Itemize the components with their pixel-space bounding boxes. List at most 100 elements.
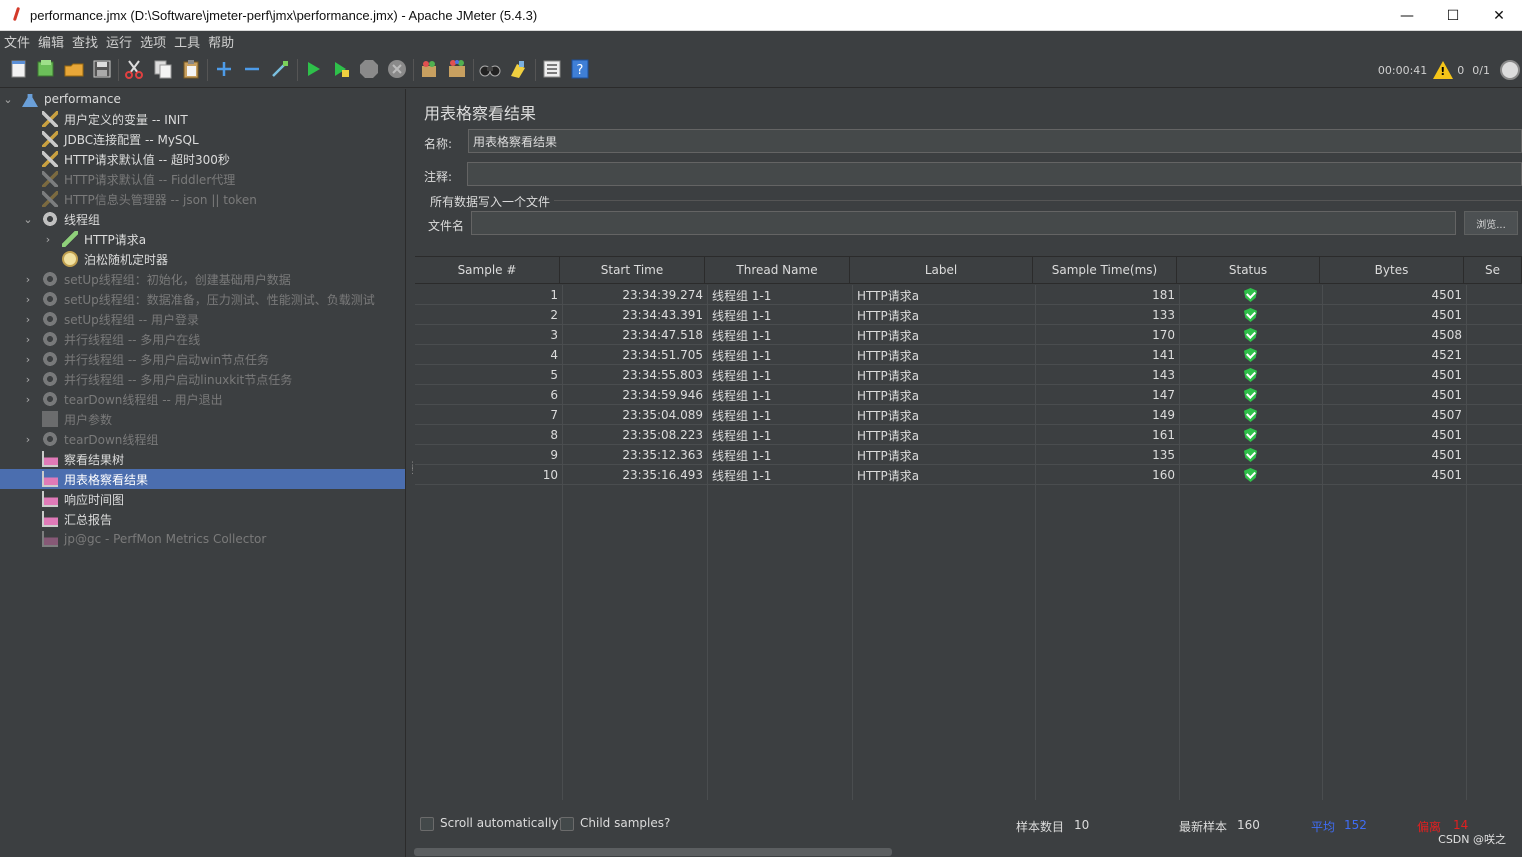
minimize-button[interactable]: — — [1384, 0, 1430, 31]
view-results-table-panel: 用表格察看结果 名称: 用表格察看结果 注释: 所有数据写入一个文件 文件名 浏… — [414, 89, 1522, 857]
tree-item[interactable]: 响应时间图 — [0, 489, 405, 509]
paste-icon[interactable] — [180, 58, 202, 80]
filename-field[interactable] — [471, 211, 1456, 235]
toggle-icon[interactable] — [269, 58, 291, 80]
new-file-icon[interactable] — [8, 58, 30, 80]
search-binoculars-icon[interactable] — [479, 58, 501, 80]
name-field[interactable]: 用表格察看结果 — [468, 129, 1522, 153]
collapsed-chevron-icon[interactable]: › — [22, 293, 34, 306]
scroll-automatically-checkbox[interactable] — [420, 817, 434, 831]
bytes-cell: 4501 — [1431, 308, 1462, 322]
collapsed-chevron-icon[interactable]: › — [42, 233, 54, 246]
tree-item[interactable]: jp@gc - PerfMon Metrics Collector — [0, 529, 405, 549]
table-row[interactable]: 1 23:34:39.274 线程组 1-1 HTTP请求a 181 4501 — [415, 285, 1522, 305]
comment-field[interactable] — [467, 162, 1522, 186]
start-no-pause-icon[interactable] — [330, 58, 352, 80]
tree-item[interactable]: › 并行线程组 -- 多用户启动linuxkit节点任务 — [0, 369, 405, 389]
tree-item[interactable]: 泊松随机定时器 — [0, 249, 405, 269]
test-plan-tree[interactable]: ⌄ performance 用户定义的变量 -- INIT JDBC连接配置 -- M… — [0, 89, 405, 857]
tree-item[interactable]: HTTP请求默认值 -- Fiddler代理 — [0, 169, 405, 189]
column-header[interactable]: Status — [1177, 257, 1320, 284]
maximize-button[interactable]: ☐ — [1430, 0, 1476, 31]
tree-item[interactable]: › HTTP请求a — [0, 229, 405, 249]
start-icon[interactable] — [302, 58, 324, 80]
column-header[interactable]: Sample # — [415, 257, 560, 284]
copy-icon[interactable] — [152, 58, 174, 80]
column-header[interactable]: Bytes — [1320, 257, 1464, 284]
expanded-chevron-icon[interactable]: ⌄ — [22, 213, 34, 226]
scrollbar-thumb[interactable] — [414, 848, 892, 856]
warning-icon[interactable] — [1433, 61, 1454, 79]
table-row[interactable]: 4 23:34:51.705 线程组 1-1 HTTP请求a 141 4521 — [415, 345, 1522, 365]
tree-item[interactable]: ⌄ performance — [0, 89, 405, 109]
tree-item[interactable]: › setUp线程组 -- 用户登录 — [0, 309, 405, 329]
tree-item[interactable]: HTTP请求默认值 -- 超时300秒 — [0, 149, 405, 169]
stop-icon[interactable] — [358, 58, 380, 80]
table-row[interactable]: 6 23:34:59.946 线程组 1-1 HTTP请求a 147 4501 — [415, 385, 1522, 405]
column-header[interactable]: Se — [1464, 257, 1522, 284]
column-header[interactable]: Thread Name — [705, 257, 850, 284]
collapsed-chevron-icon[interactable]: › — [22, 313, 34, 326]
tree-item[interactable]: › tearDown线程组 -- 用户退出 — [0, 389, 405, 409]
collapsed-chevron-icon[interactable]: › — [22, 333, 34, 346]
help-icon[interactable]: ? — [569, 58, 591, 80]
tree-item[interactable]: 用表格察看结果 — [0, 469, 405, 489]
table-row[interactable]: 3 23:34:47.518 线程组 1-1 HTTP请求a 170 4508 — [415, 325, 1522, 345]
close-button[interactable]: ✕ — [1476, 0, 1522, 31]
tree-item[interactable]: › setUp线程组：数据准备，压力测试、性能测试、负载测试 — [0, 289, 405, 309]
reset-search-icon[interactable] — [507, 58, 529, 80]
table-row[interactable]: 2 23:34:43.391 线程组 1-1 HTTP请求a 133 4501 — [415, 305, 1522, 325]
tree-item[interactable]: › 并行线程组 -- 多用户在线 — [0, 329, 405, 349]
column-header[interactable]: Sample Time(ms) — [1033, 257, 1177, 284]
tree-item[interactable]: › 并行线程组 -- 多用户启动win节点任务 — [0, 349, 405, 369]
tree-item[interactable]: 用户参数 — [0, 409, 405, 429]
pane-splitter[interactable]: ⋮ ⋮ — [405, 89, 417, 857]
menu-tools[interactable]: 工具 — [174, 32, 200, 51]
tree-item[interactable]: › tearDown线程组 — [0, 429, 405, 449]
browse-button[interactable]: 浏览... — [1464, 211, 1518, 235]
doc-icon — [42, 411, 58, 427]
menu-help[interactable]: 帮助 — [208, 32, 234, 51]
tree-item-label: 并行线程组 -- 多用户启动win节点任务 — [64, 352, 270, 367]
menu-file[interactable]: 文件 — [4, 32, 30, 51]
column-header[interactable]: Start Time — [560, 257, 705, 284]
gear-icon — [42, 391, 58, 407]
clear-all-icon[interactable] — [446, 58, 468, 80]
clear-icon[interactable] — [418, 58, 440, 80]
menu-options[interactable]: 选项 — [140, 32, 166, 51]
collapsed-chevron-icon[interactable]: › — [22, 373, 34, 386]
menu-run[interactable]: 运行 — [106, 32, 132, 51]
menu-search[interactable]: 查找 — [72, 32, 98, 51]
table-row[interactable]: 7 23:35:04.089 线程组 1-1 HTTP请求a 149 4507 — [415, 405, 1522, 425]
save-icon[interactable] — [91, 58, 113, 80]
collapse-icon[interactable] — [241, 58, 263, 80]
tree-item[interactable]: 汇总报告 — [0, 509, 405, 529]
table-row[interactable]: 9 23:35:12.363 线程组 1-1 HTTP请求a 135 4501 — [415, 445, 1522, 465]
tree-item[interactable]: 察看结果树 — [0, 449, 405, 469]
cut-icon[interactable] — [123, 58, 145, 80]
collapsed-chevron-icon[interactable]: › — [22, 273, 34, 286]
open-folder-icon[interactable] — [63, 58, 85, 80]
expanded-chevron-icon[interactable]: ⌄ — [2, 93, 14, 106]
collapsed-chevron-icon[interactable]: › — [22, 433, 34, 446]
child-samples-checkbox[interactable] — [560, 817, 574, 831]
sample-number-cell: 4 — [550, 348, 558, 362]
tree-item[interactable]: ⌄ 线程组 — [0, 209, 405, 229]
templates-icon[interactable] — [35, 58, 57, 80]
horizontal-scrollbar[interactable] — [414, 847, 1522, 857]
collapsed-chevron-icon[interactable]: › — [22, 353, 34, 366]
function-helper-icon[interactable] — [541, 58, 563, 80]
tree-item[interactable]: 用户定义的变量 -- INIT — [0, 109, 405, 129]
collapsed-chevron-icon[interactable]: › — [22, 393, 34, 406]
tree-item[interactable]: › setUp线程组：初始化，创建基础用户数据 — [0, 269, 405, 289]
menu-edit[interactable]: 编辑 — [38, 32, 64, 51]
shutdown-icon[interactable] — [386, 58, 408, 80]
column-header[interactable]: Label — [850, 257, 1033, 284]
table-row[interactable]: 8 23:35:08.223 线程组 1-1 HTTP请求a 161 4501 — [415, 425, 1522, 445]
tree-item[interactable]: HTTP信息头管理器 -- json || token — [0, 189, 405, 209]
sample-time-cell: 141 — [1152, 348, 1175, 362]
table-row[interactable]: 5 23:34:55.803 线程组 1-1 HTTP请求a 143 4501 — [415, 365, 1522, 385]
expand-icon[interactable] — [213, 58, 235, 80]
table-row[interactable]: 10 23:35:16.493 线程组 1-1 HTTP请求a 160 4501 — [415, 465, 1522, 485]
tree-item[interactable]: JDBC连接配置 -- MySQL — [0, 129, 405, 149]
